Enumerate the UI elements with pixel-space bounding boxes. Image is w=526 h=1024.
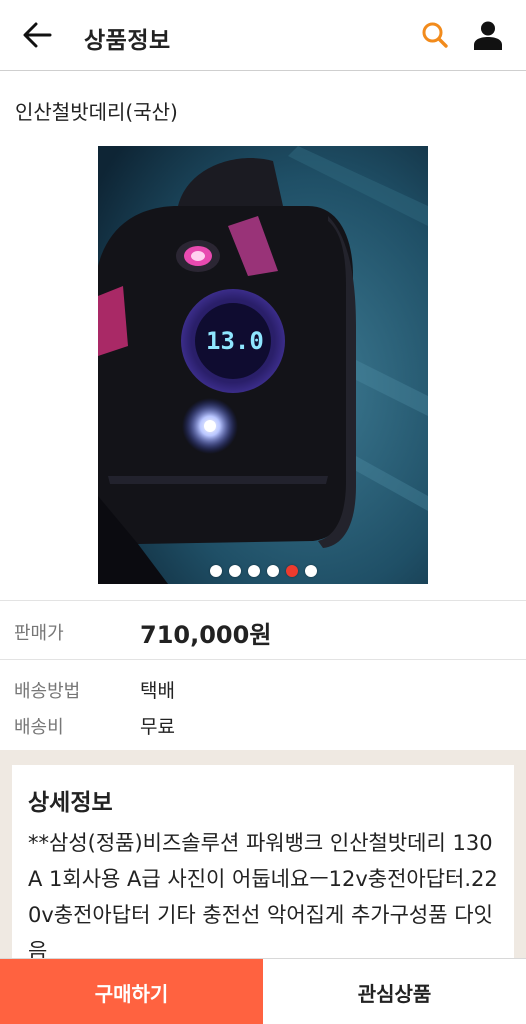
shipping-fee-value: 무료 [140,716,175,738]
shipping-method-label: 배송방법 [14,681,81,702]
back-button[interactable] [18,16,56,54]
carousel-next-button[interactable] [452,346,476,386]
carousel-prev-button[interactable] [50,346,74,386]
product-image-carousel[interactable]: 13.0 [98,146,428,584]
chevron-right-icon [457,351,472,381]
carousel-indicators [0,565,526,577]
price-value: 710,000원 [140,621,272,649]
app-header: 상품정보 [0,0,526,71]
carousel-dot[interactable] [228,565,241,577]
search-button[interactable] [418,18,452,52]
carousel-dot[interactable] [285,565,298,577]
battery-display-reading: 13.0 [206,327,264,355]
carousel-dot[interactable] [304,565,317,577]
user-button[interactable] [470,16,506,54]
wishlist-button[interactable]: 관심상품 [263,959,526,1024]
carousel-dot[interactable] [266,565,279,577]
shipping-fee-label: 배송비 [14,717,64,738]
page-title: 상품정보 [84,28,171,54]
carousel-dot[interactable] [247,565,260,577]
detail-description: **삼성(정품)비즈솔루션 파워뱅크 인산철밧데리 130A 1회사용 A급 사… [28,831,498,963]
bottom-action-bar: 구매하기 관심상품 [0,958,526,1024]
detail-title: 상세정보 [28,790,113,816]
carousel-dot[interactable] [209,565,222,577]
divider [0,659,526,660]
buy-button[interactable]: 구매하기 [0,959,263,1024]
product-name: 인산철밧데리(국산) [15,100,178,124]
search-icon [422,22,448,48]
price-label: 판매가 [14,623,64,644]
divider [0,600,526,601]
arrow-left-icon [23,22,52,48]
user-icon [474,21,502,50]
product-photo: 13.0 [98,146,428,584]
shipping-method-value: 택배 [140,680,175,702]
chevron-left-icon [54,351,69,381]
